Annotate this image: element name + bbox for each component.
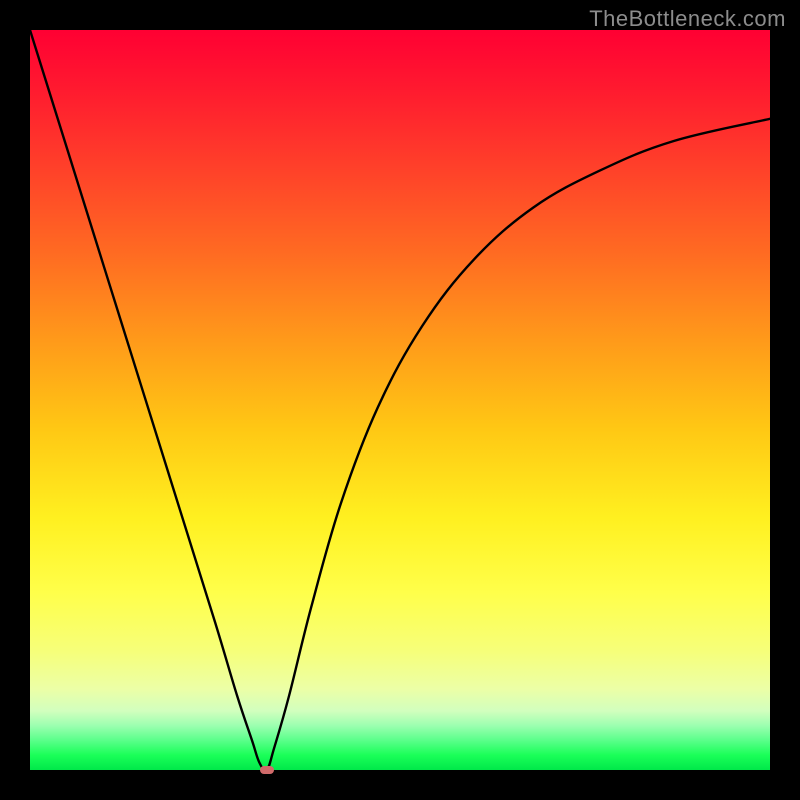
minimum-marker xyxy=(260,766,274,774)
watermark-text: TheBottleneck.com xyxy=(589,6,786,32)
bottleneck-curve xyxy=(30,30,770,770)
chart-frame: TheBottleneck.com xyxy=(0,0,800,800)
plot-area xyxy=(30,30,770,770)
